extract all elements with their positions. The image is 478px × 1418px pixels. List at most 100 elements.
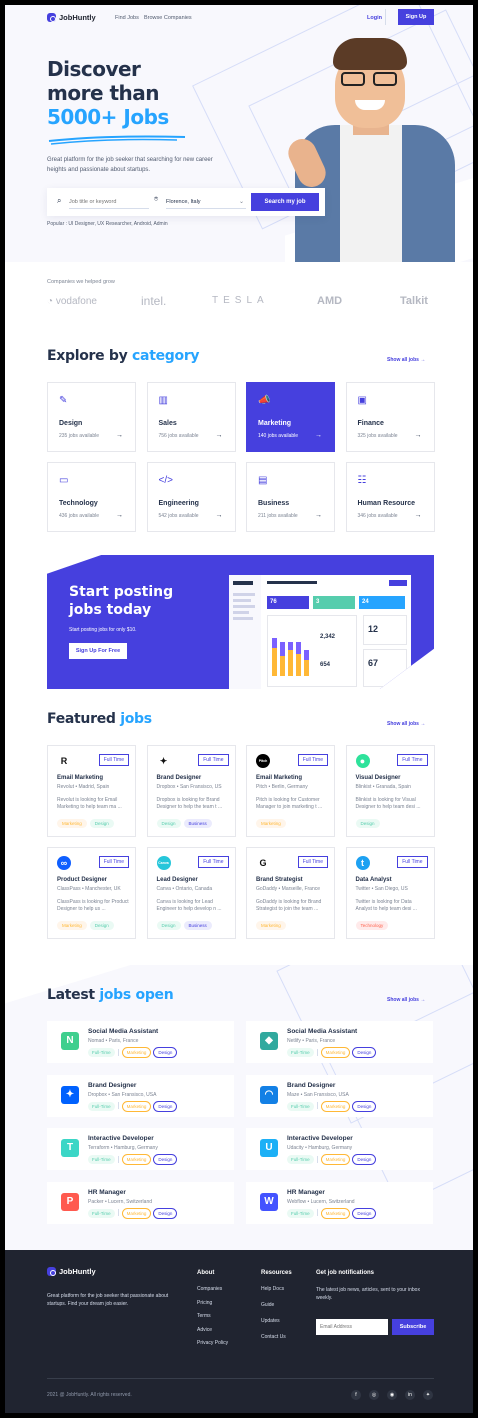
tag-design[interactable]: Design	[153, 1100, 178, 1112]
featured-job-card[interactable]: ✦ Full Time Brand Designer Dropbox • San Fr…	[146, 745, 236, 837]
nav-browse-companies[interactable]: Browse Companies	[144, 15, 192, 21]
tag-design[interactable]: Design	[89, 819, 114, 828]
latest-job-card[interactable]: ✦ Brand Designer Dropbox • San Fransisco, …	[47, 1074, 234, 1117]
category-card-engineering[interactable]: </> Engineering 542 jobs available →	[146, 462, 236, 532]
tag-marketing[interactable]: Marketing	[121, 1207, 152, 1219]
category-card-business[interactable]: ▤ Business 211 jobs available →	[246, 462, 335, 532]
tag-marketing[interactable]: Marketing	[320, 1154, 351, 1165]
tag-design[interactable]: Design	[352, 1154, 377, 1165]
tag-divider	[316, 1155, 318, 1163]
linkedin-icon[interactable]: in	[405, 1390, 415, 1400]
newsletter-email-input[interactable]	[316, 1319, 388, 1335]
tag-design[interactable]: Design	[156, 921, 181, 930]
tag-marketing[interactable]: Marketing	[320, 1047, 351, 1058]
arrow-right-icon: →	[414, 512, 422, 519]
category-card-human-resource[interactable]: ☷ Human Resource 346 jobs available →	[345, 462, 435, 532]
tag-technology[interactable]: Technology	[355, 921, 389, 930]
show-all-latest-link[interactable]: Show all jobs →	[387, 997, 425, 1003]
footer-link-privacy[interactable]: Privacy Policy	[197, 1340, 228, 1354]
tag-full-time[interactable]: Full-Time	[88, 1048, 115, 1057]
footer-link-terms[interactable]: Terms	[197, 1313, 228, 1327]
search-input[interactable]	[69, 195, 149, 209]
featured-job-card[interactable]: R Full Time Email Marketing Revolut • Madri…	[47, 745, 136, 837]
category-card-technology[interactable]: ▭ Technology 436 jobs available →	[47, 462, 136, 532]
footer-link-guide[interactable]: Guide	[261, 1302, 286, 1318]
footer-link-help-docs[interactable]: Help Docs	[261, 1286, 286, 1302]
job-title: Email Marketing	[256, 775, 303, 781]
job-description: ClassPass is looking for Product Designe…	[57, 899, 129, 912]
tag-design[interactable]: Design	[355, 819, 380, 828]
footer-link-updates[interactable]: Updates	[261, 1318, 286, 1334]
tag-marketing[interactable]: Marketing	[121, 1100, 152, 1112]
cta-signup-button[interactable]: Sign Up For Free	[69, 643, 127, 659]
footer-link-contact[interactable]: Contact Us	[261, 1334, 286, 1350]
tag-marketing[interactable]: Marketing	[121, 1154, 152, 1165]
signup-button[interactable]: Sign Up	[398, 9, 434, 25]
featured-job-card[interactable]: Pitch Full Time Email Marketing Pitch • Ber…	[246, 745, 335, 837]
footer-link-companies[interactable]: Companies	[197, 1286, 228, 1300]
dribbble-icon[interactable]: ◉	[387, 1390, 397, 1400]
tag-design[interactable]: Design	[352, 1100, 377, 1112]
featured-job-card[interactable]: G Full Time Brand Strategist GoDaddy • Mars…	[246, 847, 335, 939]
latest-job-card[interactable]: T Interactive Developer Terraform • Hambur…	[47, 1128, 234, 1170]
facebook-icon[interactable]: f	[351, 1390, 361, 1400]
tag-divider	[316, 1102, 318, 1110]
latest-job-card[interactable]: ◠ Brand Designer Maze • San Fransisco, USA…	[246, 1074, 433, 1117]
category-card-sales[interactable]: ▥ Sales 756 jobs available →	[146, 382, 236, 452]
footer-link-pricing[interactable]: Pricing	[197, 1300, 228, 1314]
featured-job-card[interactable]: t Full Time Data Analyst Twitter • San Dieg…	[345, 847, 435, 939]
latest-job-card[interactable]: W HR Manager Webflow • Lucern, Switzerland…	[246, 1181, 433, 1224]
tag-full-time[interactable]: Full-Time	[287, 1208, 314, 1218]
nav-find-jobs[interactable]: Find Jobs	[115, 15, 139, 21]
tag-marketing[interactable]: Marketing	[57, 921, 87, 930]
company-name: Nomad	[88, 1038, 105, 1044]
tag-full-time[interactable]: Full-Time	[88, 1155, 115, 1164]
logo[interactable]: JobHuntly	[47, 13, 96, 22]
tag-full-time[interactable]: Full-Time	[88, 1208, 115, 1218]
tag-design[interactable]: Design	[89, 921, 114, 930]
tag-design[interactable]: Design	[153, 1207, 178, 1219]
chevron-down-icon: ⌄	[238, 199, 244, 205]
tag-business[interactable]: Business	[183, 921, 212, 930]
tag-design[interactable]: Design	[153, 1047, 178, 1058]
tag-design[interactable]: Design	[352, 1207, 377, 1219]
tag-full-time[interactable]: Full-Time	[88, 1101, 115, 1111]
latest-job-card[interactable]: U Interactive Developer Udacity • Hamburg,…	[246, 1128, 433, 1170]
featured-job-card[interactable]: ∞ Full Time Product Designer ClassPass • Ma…	[47, 847, 136, 939]
netlify-logo-icon: ◆	[260, 1032, 278, 1050]
tag-marketing[interactable]: Marketing	[320, 1100, 351, 1112]
tag-marketing[interactable]: Marketing	[256, 921, 286, 930]
tag-full-time[interactable]: Full-Time	[287, 1101, 314, 1111]
tag-full-time[interactable]: Full-Time	[287, 1048, 314, 1057]
latest-job-card[interactable]: N Social Media Assistant Nomad • Paris, Fr…	[47, 1021, 234, 1063]
footer-logo[interactable]: JobHuntly	[47, 1267, 96, 1276]
category-card-marketing[interactable]: 📣 Marketing 140 jobs available →	[246, 382, 335, 452]
tag-design[interactable]: Design	[156, 819, 181, 828]
tag-marketing[interactable]: Marketing	[57, 819, 87, 828]
instagram-icon[interactable]: ◎	[369, 1390, 379, 1400]
arrow-right-icon: →	[420, 997, 426, 1003]
tag-business[interactable]: Business	[183, 819, 212, 828]
featured-job-card[interactable]: ● Full Time Visual Designer Blinkist • Gran…	[345, 745, 435, 837]
category-card-finance[interactable]: ▣ Finance 325 jobs available →	[345, 382, 435, 452]
twitter-icon[interactable]: ✦	[423, 1390, 433, 1400]
category-card-design[interactable]: ✎ Design 235 jobs available →	[47, 382, 136, 452]
latest-job-card[interactable]: ◆ Social Media Assistant Netlify • Paris, …	[246, 1021, 433, 1063]
tag-design[interactable]: Design	[352, 1047, 377, 1058]
design-icon: ✎	[59, 395, 68, 406]
footer-link-advice[interactable]: Advice	[197, 1327, 228, 1341]
show-all-featured-link[interactable]: Show all jobs →	[387, 721, 425, 727]
tag-marketing[interactable]: Marketing	[320, 1207, 351, 1219]
tag-marketing[interactable]: Marketing	[256, 819, 286, 828]
tag-design[interactable]: Design	[153, 1154, 178, 1165]
tag-marketing[interactable]: Marketing	[121, 1047, 152, 1058]
search-button[interactable]: Search my job	[251, 193, 319, 211]
tag-full-time[interactable]: Full-Time	[287, 1155, 314, 1164]
job-company-location: Blinkist • Granada, Spain	[356, 784, 411, 790]
location-select[interactable]: Florence, Italy ⌄	[166, 195, 246, 209]
featured-job-card[interactable]: Canva Full Time Lead Designer Canva • Ontar…	[146, 847, 236, 939]
login-link[interactable]: Login	[367, 15, 382, 21]
latest-job-card[interactable]: P HR Manager Packer • Lucern, Switzerland F…	[47, 1181, 234, 1224]
show-all-categories-link[interactable]: Show all jobs →	[387, 357, 425, 363]
subscribe-button[interactable]: Subscribe	[392, 1319, 434, 1335]
